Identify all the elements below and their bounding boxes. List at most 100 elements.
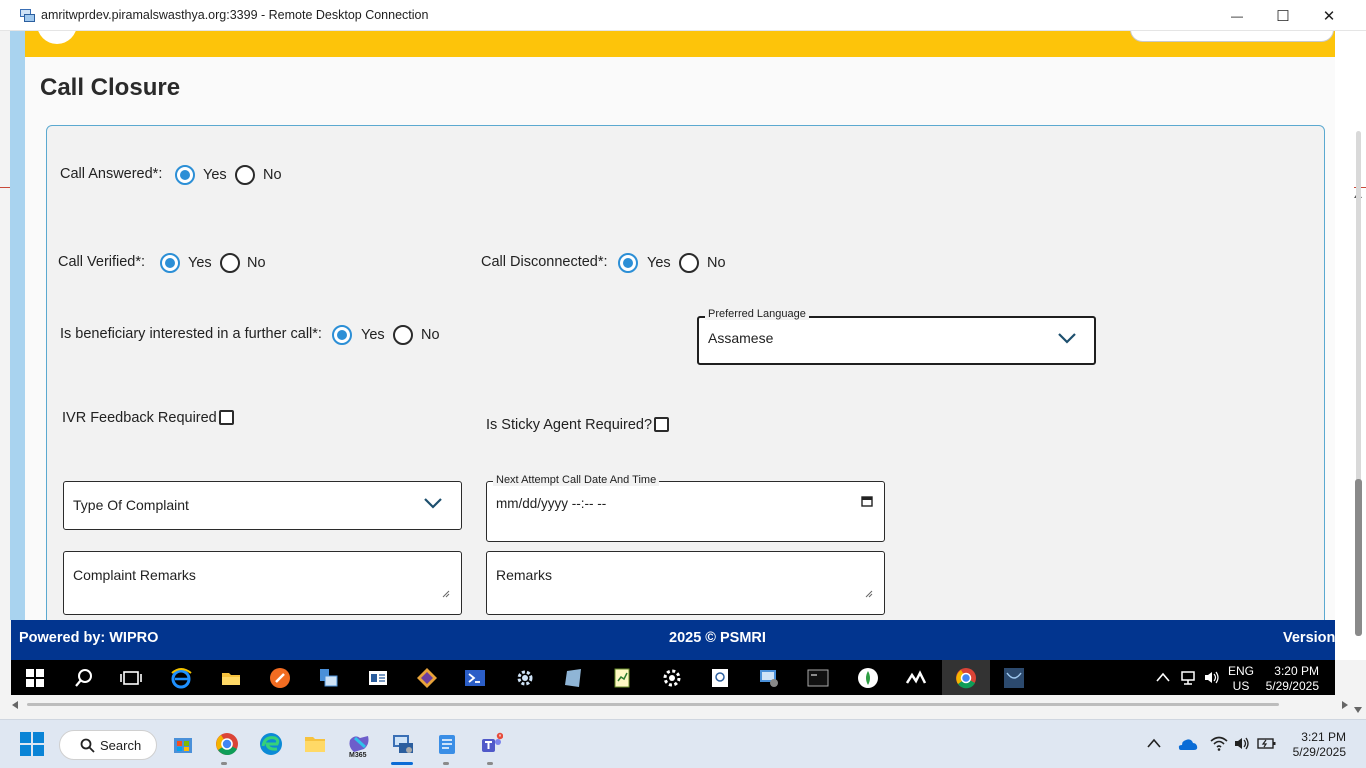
running-app-indicator — [487, 762, 493, 765]
language-indicator[interactable]: ENG — [1227, 664, 1255, 678]
scroll-down-icon[interactable] — [1353, 705, 1363, 715]
volume-icon[interactable] — [1203, 669, 1221, 686]
radio-option-label: No — [707, 255, 726, 271]
calendar-icon[interactable] — [861, 495, 873, 507]
app-icon[interactable] — [1002, 666, 1026, 690]
start-icon[interactable] — [18, 730, 46, 758]
internet-explorer-icon[interactable] — [169, 666, 193, 690]
chrome-icon[interactable] — [213, 730, 241, 758]
ivr-feedback-checkbox[interactable] — [219, 410, 234, 425]
m365-label: M365 — [349, 752, 367, 759]
call-verified-no-radio[interactable] — [220, 253, 240, 273]
local-clock-time[interactable]: 3:21 PM — [1280, 730, 1346, 744]
scroll-right-icon[interactable] — [1340, 700, 1350, 710]
notepad-icon[interactable] — [433, 730, 461, 758]
chevron-up-icon[interactable] — [1147, 738, 1161, 748]
app-icon[interactable] — [562, 666, 586, 690]
call-disconnected-label: Call Disconnected*: — [481, 254, 608, 270]
volume-icon[interactable] — [1234, 736, 1252, 751]
remarks-textarea[interactable] — [486, 551, 885, 615]
start-icon[interactable] — [23, 666, 47, 690]
window-title: amritwprdev.piramalswasthya.org:3399 - R… — [41, 8, 429, 22]
resize-handle-icon[interactable] — [442, 590, 450, 598]
remote-desktop-icon — [20, 9, 35, 22]
next-attempt-datetime-input[interactable] — [486, 481, 885, 542]
app-icon[interactable] — [366, 666, 390, 690]
edge-icon[interactable] — [257, 730, 285, 758]
call-verified-label: Call Verified*: — [58, 254, 146, 270]
network-icon[interactable] — [1179, 669, 1197, 686]
remote-icon[interactable] — [316, 666, 340, 690]
minimize-button[interactable]: — — [1214, 0, 1260, 31]
radio-option-label: No — [421, 327, 440, 343]
maximize-button[interactable]: ☐ — [1260, 0, 1306, 31]
scroll-left-icon[interactable] — [10, 700, 20, 710]
page-title: Call Closure — [40, 74, 181, 101]
remote-taskbar: ENG US 3:20 PM 5/29/2025 — [11, 660, 1335, 695]
app-icon[interactable] — [268, 666, 292, 690]
type-of-complaint-placeholder: Type Of Complaint — [73, 497, 189, 513]
rdp-title-bar: amritwprdev.piramalswasthya.org:3399 - R… — [0, 0, 1366, 31]
notepad-icon[interactable] — [610, 666, 634, 690]
onedrive-icon[interactable] — [1176, 736, 1198, 752]
radio-option-label: Yes — [188, 255, 212, 271]
call-answered-yes-radio[interactable] — [175, 165, 195, 185]
remote-desktop-area: Call Closure Call Answered*: Yes No Call… — [0, 31, 1366, 719]
call-answered-label: Call Answered*: — [60, 166, 163, 182]
teams-icon[interactable] — [477, 730, 505, 758]
running-app-indicator — [443, 762, 449, 765]
call-disconnected-yes-radio[interactable] — [618, 253, 638, 273]
app-icon[interactable] — [904, 666, 928, 690]
m365-icon[interactable]: M365 — [345, 730, 373, 759]
remote-clock-time[interactable]: 3:20 PM — [1261, 664, 1319, 678]
call-verified-yes-radio[interactable] — [160, 253, 180, 273]
radio-option-label: No — [247, 255, 266, 271]
horizontal-scrollbar[interactable] — [27, 703, 1279, 706]
next-attempt-placeholder: mm/dd/yyyy --:-- -- — [496, 496, 607, 511]
remote-desktop-icon[interactable] — [757, 666, 781, 690]
scrollbar-thumb[interactable] — [1355, 479, 1362, 636]
task-view-icon[interactable] — [119, 666, 143, 690]
header-action-button[interactable] — [1130, 31, 1334, 42]
radio-option-label: Yes — [203, 167, 227, 183]
ivr-feedback-label: IVR Feedback Required — [62, 410, 217, 426]
app-icon[interactable] — [856, 666, 880, 690]
cmd-icon[interactable] — [806, 666, 830, 690]
settings-icon[interactable] — [660, 666, 684, 690]
remote-desktop-icon[interactable] — [389, 730, 417, 758]
further-call-no-radio[interactable] — [393, 325, 413, 345]
further-call-yes-radio[interactable] — [332, 325, 352, 345]
chrome-icon[interactable] — [954, 666, 978, 690]
remote-clock-date: 5/29/2025 — [1265, 679, 1319, 693]
copyright-text: 2025 © PSMRI — [669, 630, 766, 646]
sticky-agent-checkbox[interactable] — [654, 417, 669, 432]
file-explorer-icon[interactable] — [301, 730, 329, 758]
chevron-down-icon — [1058, 333, 1076, 344]
app-icon[interactable] — [708, 666, 732, 690]
close-button[interactable]: ✕ — [1306, 0, 1352, 31]
app-footer: Powered by: WIPRO 2025 © PSMRI Version — [11, 620, 1335, 660]
local-taskbar: Search M365 3:21 PM 5/29/2025 — [0, 719, 1366, 768]
search-icon[interactable] — [72, 666, 96, 690]
resize-handle-icon[interactable] — [865, 590, 873, 598]
app-icon[interactable] — [415, 666, 439, 690]
complaint-remarks-textarea[interactable] — [63, 551, 462, 615]
complaint-remarks-placeholder: Complaint Remarks — [73, 567, 196, 583]
powershell-icon[interactable] — [463, 666, 487, 690]
battery-icon[interactable] — [1257, 736, 1277, 751]
local-clock-date: 5/29/2025 — [1292, 745, 1346, 759]
wifi-icon[interactable] — [1210, 736, 1228, 751]
chevron-down-icon — [424, 498, 442, 509]
minimize-icon: — — [1231, 8, 1243, 23]
running-app-indicator — [221, 762, 227, 765]
chevron-up-icon[interactable] — [1156, 672, 1170, 682]
file-explorer-icon[interactable] — [219, 666, 243, 690]
powered-by-text: Powered by: WIPRO — [19, 630, 159, 646]
call-disconnected-no-radio[interactable] — [679, 253, 699, 273]
store-icon[interactable] — [169, 730, 197, 758]
language-region: US — [1232, 679, 1250, 693]
maximize-icon: ☐ — [1276, 7, 1290, 25]
settings-gear-icon[interactable] — [513, 666, 537, 690]
call-answered-no-radio[interactable] — [235, 165, 255, 185]
taskbar-search-box[interactable]: Search — [59, 730, 157, 760]
